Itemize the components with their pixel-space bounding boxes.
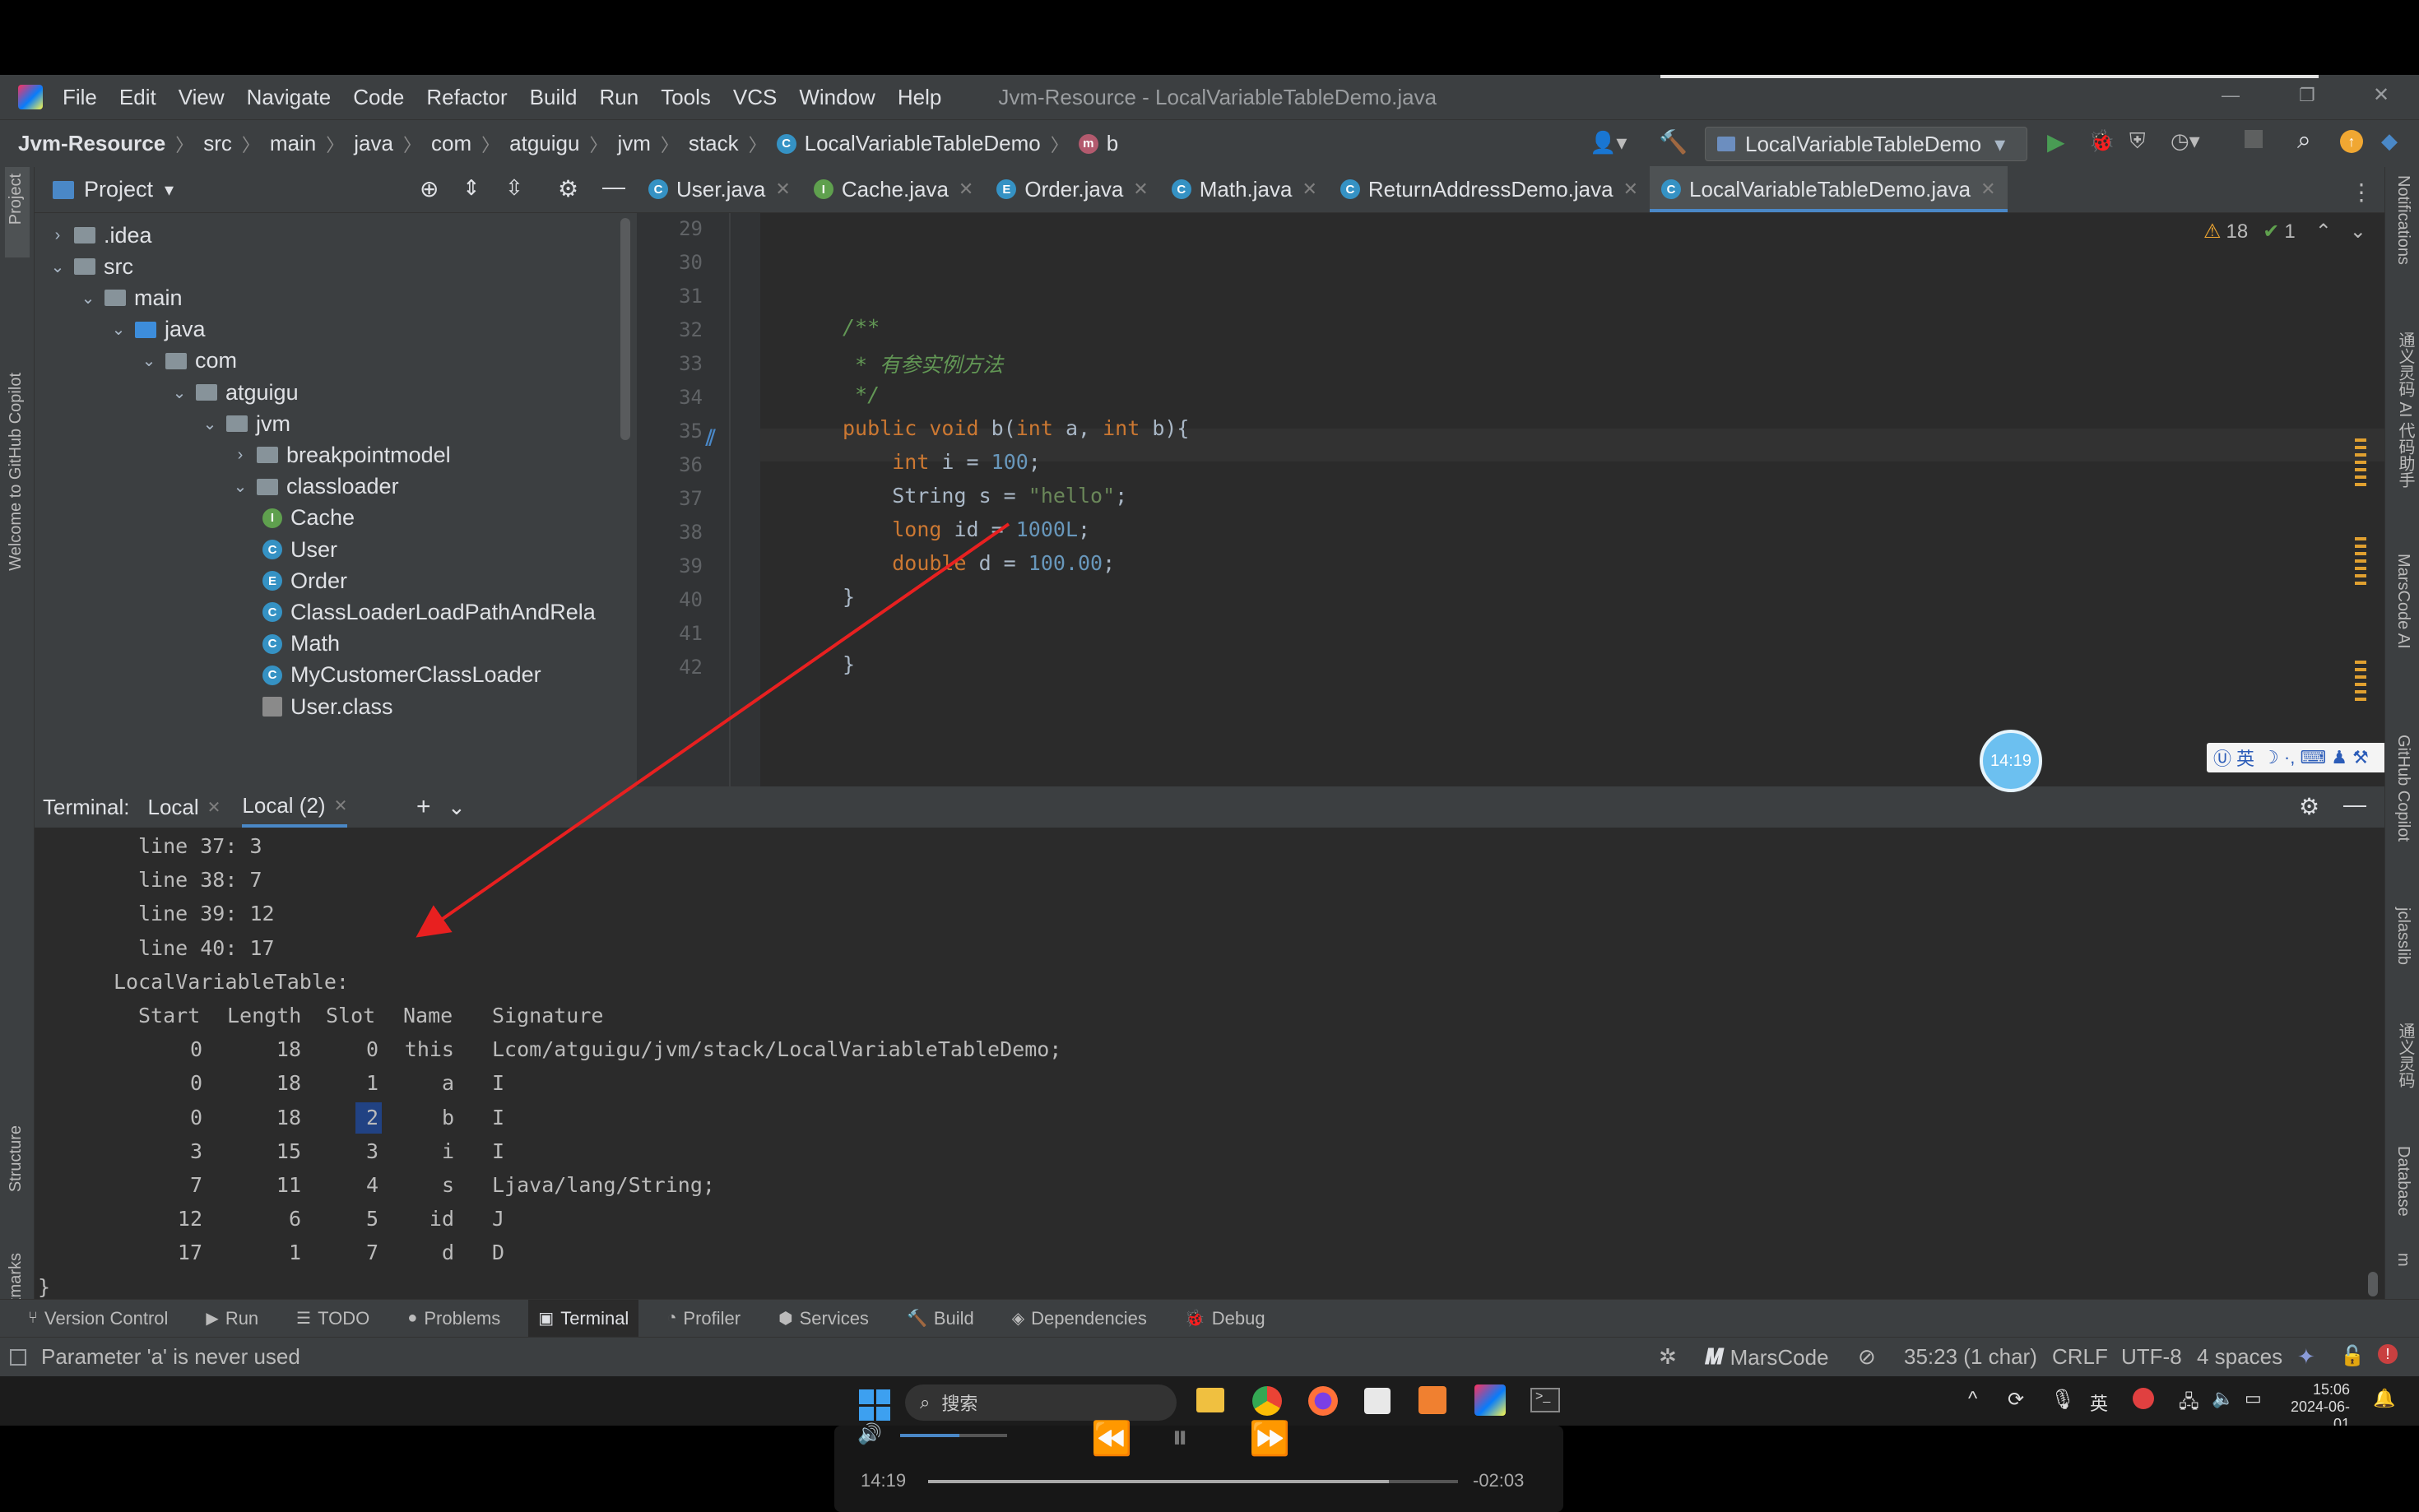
video-player-controls: 🔊 ⏪ ⏸ ⏩ 14:19 -02:03 xyxy=(0,1419,2419,1512)
network-icon[interactable]: 🖧 xyxy=(2179,1388,2199,1419)
input-language[interactable]: 英 xyxy=(2090,1389,2108,1416)
current-time: 14:19 xyxy=(861,1470,907,1491)
recording-timer-bubble[interactable]: 14:19 xyxy=(1980,730,2042,792)
pause-icon[interactable]: ⏸ xyxy=(1172,1419,1188,1456)
windows-taskbar: ⌕ 搜索 >_ ^ ⟳ 🎙 英 🖧 🔈 ▭ 15:06 2024-06-01 🔔 xyxy=(0,1376,2419,1432)
video-top-line xyxy=(1660,75,2319,78)
battery-icon[interactable]: ▭ xyxy=(2245,1388,2262,1409)
remaining-time: -02:03 xyxy=(1473,1470,1525,1491)
terminal-app-icon[interactable]: >_ xyxy=(1530,1388,1560,1412)
windows-start-icon[interactable] xyxy=(859,1389,890,1421)
fast-forward-icon[interactable]: ⏩ xyxy=(1249,1419,1290,1458)
ide-window: File Edit View Navigate Code Refactor Build Run… xyxy=(0,75,2419,1376)
volume-track[interactable] xyxy=(900,1434,1007,1437)
firefox-icon[interactable] xyxy=(1308,1386,1338,1416)
annotation-arrow-layer xyxy=(416,522,1010,938)
taskbar-search[interactable]: ⌕ 搜索 xyxy=(905,1384,1177,1421)
search-icon: ⌕ xyxy=(920,1392,931,1412)
clock-time: 15:06 xyxy=(2312,1381,2350,1398)
microphone-icon[interactable]: 🎙 xyxy=(2050,1388,2075,1412)
sogou-icon[interactable] xyxy=(2133,1388,2154,1409)
calendar-app-icon[interactable] xyxy=(1364,1388,1391,1414)
red-annotation-arrow xyxy=(416,522,1010,938)
volume-fill xyxy=(900,1434,959,1437)
progress-track[interactable] xyxy=(928,1480,1458,1483)
player-panel xyxy=(834,1426,1563,1512)
sync-icon[interactable]: ⟳ xyxy=(2008,1388,2024,1412)
progress-fill xyxy=(928,1480,1390,1483)
volume-icon[interactable]: 🔈 xyxy=(2212,1388,2234,1409)
volume-icon[interactable]: 🔊 xyxy=(857,1422,882,1446)
sublime-icon[interactable] xyxy=(1418,1386,1446,1414)
notification-bell-icon[interactable]: 🔔 xyxy=(2373,1388,2395,1409)
intellij-taskbar-icon[interactable] xyxy=(1474,1384,1506,1416)
rewind-icon[interactable]: ⏪ xyxy=(1091,1419,1132,1458)
tray-chevron-up-icon[interactable]: ^ xyxy=(1968,1388,1977,1411)
file-explorer-icon[interactable] xyxy=(1196,1388,1224,1412)
taskbar-search-label: 搜索 xyxy=(941,1394,978,1414)
chrome-icon[interactable] xyxy=(1252,1386,1282,1416)
